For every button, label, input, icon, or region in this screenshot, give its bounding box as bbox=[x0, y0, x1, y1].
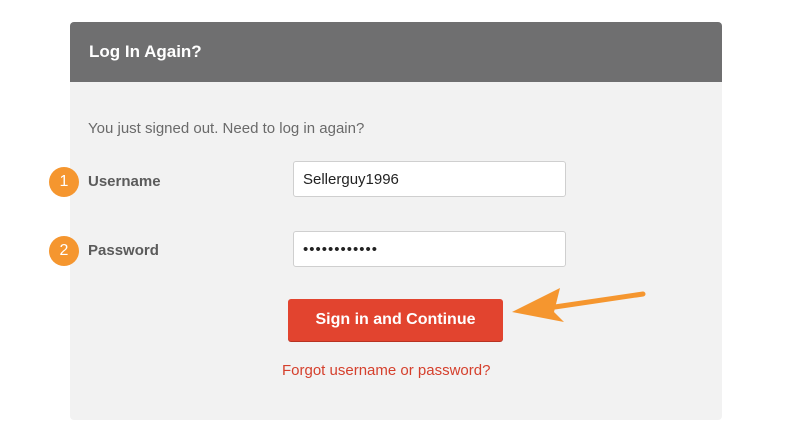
forgot-credentials-link[interactable]: Forgot username or password? bbox=[282, 362, 490, 379]
username-label: Username bbox=[88, 173, 161, 190]
password-label: Password bbox=[88, 242, 159, 259]
username-input[interactable] bbox=[293, 161, 566, 197]
orange-arrow-icon bbox=[512, 288, 646, 322]
sign-in-continue-button[interactable]: Sign in and Continue bbox=[288, 299, 503, 341]
panel-header: Log In Again? bbox=[70, 22, 722, 82]
step-1-badge: 1 bbox=[49, 167, 79, 197]
password-input[interactable] bbox=[293, 231, 566, 267]
login-panel: Log In Again? bbox=[70, 22, 722, 420]
step-2-badge: 2 bbox=[49, 236, 79, 266]
panel-title: Log In Again? bbox=[89, 42, 202, 61]
intro-text: You just signed out. Need to log in agai… bbox=[88, 120, 365, 137]
